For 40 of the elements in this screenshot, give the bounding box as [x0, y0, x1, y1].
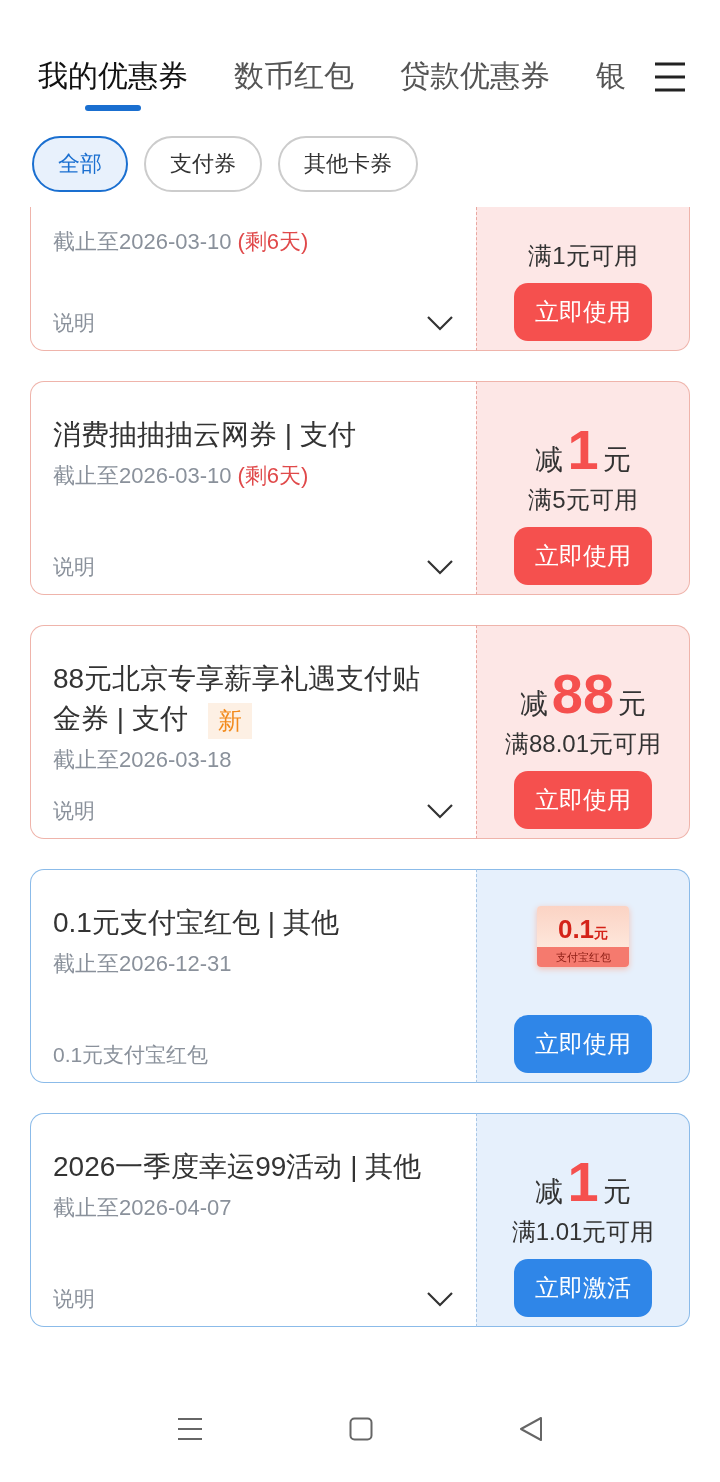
filter-chip[interactable]: 支付券: [144, 136, 262, 192]
discount-amount: 减 1 元: [535, 422, 631, 479]
use-button[interactable]: 立即激活: [514, 1259, 652, 1317]
home-icon[interactable]: [349, 1417, 373, 1441]
tab[interactable]: 数币红包: [234, 46, 354, 111]
back-icon[interactable]: [519, 1416, 543, 1442]
discount-amount: 减 1 元: [535, 1154, 631, 1211]
coupon-title: 88元北京专享薪享礼遇支付贴金券 | 支付 新: [53, 659, 423, 739]
expiry-date: 截止至2026-03-10: [53, 462, 232, 490]
minimum-spend: 满1元可用: [528, 241, 638, 271]
tab[interactable]: 银: [596, 46, 626, 111]
expiry-date: 截止至2026-12-31: [53, 950, 232, 978]
new-badge: 新: [207, 702, 252, 739]
use-button[interactable]: 立即使用: [514, 1015, 652, 1073]
expiry-date: 截止至2026-04-07: [53, 1194, 232, 1222]
coupon-note: 说明: [53, 798, 95, 824]
voucher-badge: 0.1元 支付宝红包: [537, 906, 629, 967]
chevron-down-icon[interactable]: [426, 559, 454, 575]
minimum-spend: 满5元可用: [528, 485, 638, 515]
expiry-date: 截止至2026-03-18: [53, 746, 232, 774]
chevron-down-icon[interactable]: [426, 803, 454, 819]
days-remaining: (剩6天): [237, 228, 309, 256]
filter-chip[interactable]: 其他卡券: [278, 136, 418, 192]
coupon-note: 说明: [53, 1286, 95, 1312]
coupon-title: 消费抽抽抽云网券 | 支付: [53, 418, 357, 452]
coupon-note: 说明: [53, 554, 95, 580]
tab[interactable]: 我的优惠券: [38, 46, 188, 111]
tab[interactable]: 贷款优惠券: [400, 46, 550, 111]
chevron-down-icon[interactable]: [426, 315, 454, 331]
coupon-note: 0.1元支付宝红包: [53, 1042, 209, 1068]
chevron-down-icon[interactable]: [426, 1291, 454, 1307]
discount-amount: 减 88 元: [519, 666, 647, 723]
coupon-title: 0.1元支付宝红包 | 其他: [53, 906, 340, 940]
days-remaining: (剩6天): [237, 462, 309, 490]
coupon-title: 2026一季度幸运99活动 | 其他: [53, 1150, 423, 1184]
expiry-date: 截止至2026-03-10: [53, 228, 232, 256]
minimum-spend: 满1.01元可用: [511, 1217, 655, 1247]
filter-chip[interactable]: 全部: [32, 136, 128, 192]
minimum-spend: 满88.01元可用: [504, 729, 662, 759]
coupon-note: 说明: [53, 310, 95, 336]
